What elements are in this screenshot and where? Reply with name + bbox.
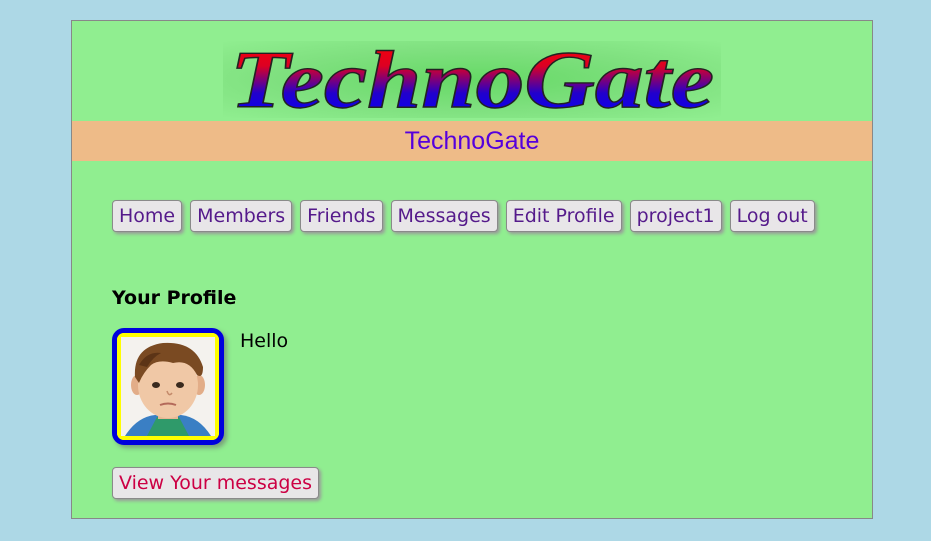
- main-menu: Home Members Friends Messages Edit Profi…: [112, 200, 815, 232]
- menu-home-button[interactable]: Home: [112, 200, 183, 232]
- site-logo: TechnoGate: [223, 41, 721, 118]
- site-subtitle: TechnoGate: [72, 121, 872, 161]
- menu-friends-button[interactable]: Friends: [300, 200, 383, 232]
- menu-messages-button[interactable]: Messages: [390, 200, 498, 232]
- view-messages-button[interactable]: View Your messages: [112, 467, 320, 499]
- menu-project1-button[interactable]: project1: [629, 200, 722, 232]
- menu-edit-profile-button[interactable]: Edit Profile: [505, 200, 622, 232]
- page-container: TechnoGate TechnoGate Home Members Frien…: [71, 20, 873, 519]
- menu-members-button[interactable]: Members: [190, 200, 293, 232]
- profile-heading: Your Profile: [112, 287, 237, 309]
- menu-log-out-button[interactable]: Log out: [729, 200, 815, 232]
- logo-text: TechnoGate: [230, 41, 714, 118]
- profile-text: Hello: [240, 330, 289, 352]
- profile-avatar: [112, 328, 224, 445]
